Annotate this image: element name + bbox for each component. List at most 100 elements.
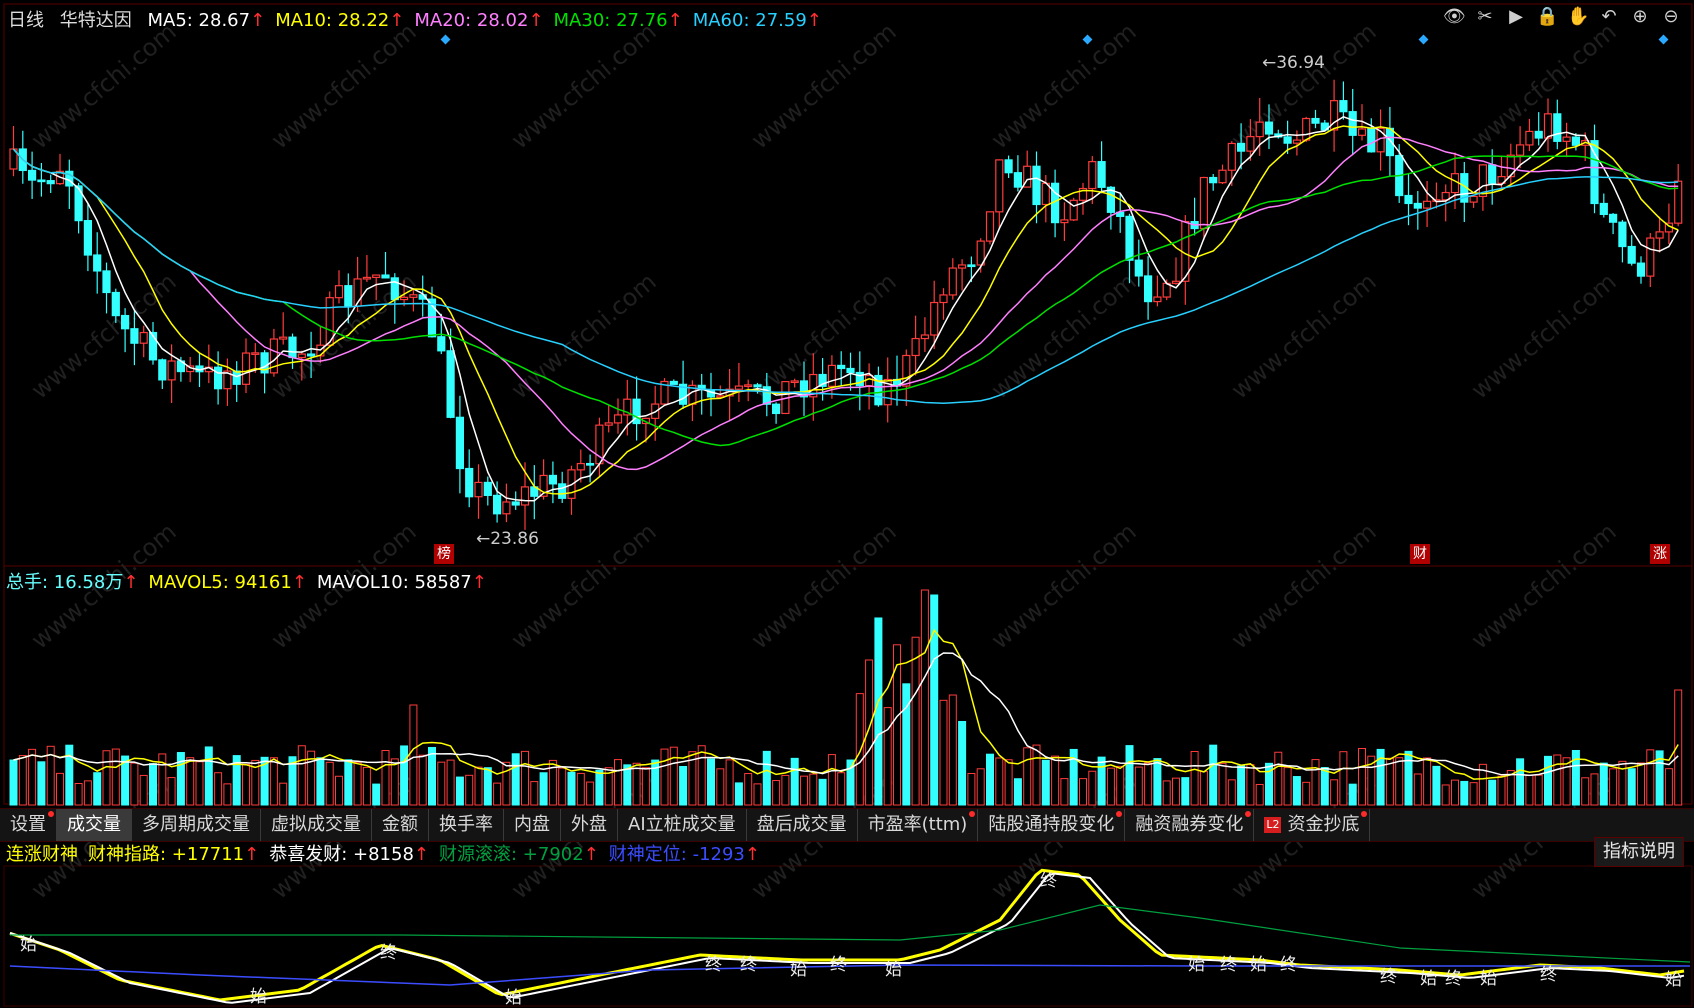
ma-legend: MA5: 28.67↑ MA10: 28.22↑ MA20: 28.02↑ MA30:… — [147, 10, 831, 31]
candle-body — [1032, 165, 1041, 206]
lock-icon[interactable]: 🔒 — [1536, 6, 1558, 28]
watermark: www.cfchi.com — [1466, 267, 1622, 404]
volume-bar — [37, 761, 46, 806]
stock-name: 华特达因 — [59, 10, 132, 31]
tab-label: 换手率 — [439, 814, 493, 835]
volume-bar — [1441, 784, 1450, 806]
watermark: www.cfchi.com — [1466, 17, 1622, 154]
volume-bar — [1292, 776, 1301, 806]
watermark: www.cfchi.com — [986, 517, 1142, 654]
event-marker-cai[interactable]: 财 — [1410, 544, 1430, 564]
candle-body — [1571, 136, 1581, 146]
tab-12[interactable]: 融资融券变化 — [1125, 809, 1255, 841]
volume-bar — [623, 764, 632, 806]
candle-body — [288, 336, 297, 359]
start-marker: 始 — [1480, 969, 1497, 989]
tab-3[interactable]: 虚拟成交量 — [261, 809, 372, 841]
undo-icon[interactable]: ↶ — [1598, 6, 1620, 28]
volume-bar — [325, 761, 334, 806]
tab-8[interactable]: AI立桩成交量 — [618, 809, 747, 841]
volume-bar — [1339, 751, 1348, 806]
tab-2[interactable]: 多周期成交量 — [132, 809, 261, 841]
candle-body — [1153, 296, 1162, 303]
candle-body — [985, 211, 995, 242]
watermark: www.cfchi.com — [26, 17, 182, 154]
indicator-explain-button[interactable]: 指标说明 — [1594, 837, 1684, 867]
scissors-icon[interactable]: ✂ — [1474, 6, 1496, 28]
volume-bar — [1320, 767, 1329, 806]
diamond-marker-icon — [440, 34, 451, 45]
period-label[interactable]: 日线 — [8, 10, 44, 31]
volume-bar — [1609, 768, 1618, 806]
volume-bar — [1097, 756, 1106, 806]
zoom-out-icon[interactable]: ⊖ — [1660, 6, 1682, 28]
volume-bar — [102, 750, 111, 806]
volume-bar — [1060, 778, 1069, 806]
volume-bar — [418, 754, 427, 806]
up-arrow-icon: ↑ — [244, 844, 260, 865]
volume-bar — [893, 644, 901, 806]
tab-11[interactable]: 陆股通持股变化 — [978, 809, 1126, 841]
notify-dot-icon — [1245, 811, 1252, 817]
volume-bar — [493, 782, 502, 806]
up-arrow-icon: ↑ — [250, 10, 266, 31]
candle-body — [967, 264, 976, 268]
volume-bar — [539, 772, 548, 806]
candle-body — [474, 481, 483, 498]
zoom-in-icon[interactable]: ⊕ — [1629, 6, 1651, 28]
candle-body — [1283, 136, 1292, 144]
hand-icon[interactable]: ✋ — [1567, 6, 1589, 28]
candle-body — [1525, 130, 1534, 146]
volume-bar — [1144, 762, 1153, 806]
up-arrow-icon: ↑ — [806, 10, 822, 31]
volume-bar — [958, 720, 967, 806]
up-arrow-icon: ↑ — [471, 572, 487, 593]
indicator-frame — [3, 865, 1693, 1007]
volume-bar — [762, 750, 771, 806]
tab-4[interactable]: 金额 — [372, 809, 429, 841]
end-marker: 终 — [1540, 965, 1557, 985]
volume-bar — [316, 757, 325, 806]
tab-1[interactable]: 成交量 — [57, 809, 132, 841]
volume-bar — [56, 772, 64, 806]
volume-bar — [1330, 779, 1339, 806]
volume-legend: 总手: 16.58万↑ MAVOL5: 94161↑ MAVOL10: 58587↑ — [6, 568, 497, 594]
volume-bar — [632, 762, 641, 806]
candle-body — [1562, 136, 1571, 142]
event-marker-zhang[interactable]: 涨 — [1650, 544, 1670, 564]
tab-10[interactable]: 市盈率(ttm) — [858, 809, 979, 841]
tab-13[interactable]: L2 资金抄底 — [1254, 809, 1371, 841]
volume-bar — [390, 758, 399, 806]
candle-body — [734, 385, 744, 390]
volume-bar — [1358, 747, 1366, 806]
volume-bar — [586, 781, 595, 806]
tab-label: 内盘 — [514, 814, 550, 835]
volume-bar — [1395, 757, 1404, 806]
volume-bar — [1311, 759, 1320, 806]
volume-bar — [679, 766, 688, 806]
play-icon[interactable]: ▶ — [1505, 6, 1527, 28]
candle-body — [911, 337, 920, 357]
candle-body — [1608, 213, 1618, 223]
eye-icon[interactable]: 👁 — [1443, 6, 1466, 28]
up-arrow-icon: ↑ — [413, 844, 430, 865]
volume-bar — [781, 774, 790, 806]
ind-item-2: 恭喜发财: +8158↑ — [269, 844, 430, 865]
volume-bar — [707, 758, 715, 806]
volume-bar — [1023, 747, 1032, 806]
tab-7[interactable]: 外盘 — [561, 809, 618, 841]
candle-body — [930, 301, 939, 336]
volume-bar — [790, 757, 799, 806]
volume-bar — [576, 772, 585, 806]
start-marker: 始 — [790, 960, 807, 980]
candle-body — [83, 220, 93, 256]
volume-bar — [1032, 744, 1041, 806]
tab-6[interactable]: 内盘 — [504, 809, 561, 841]
tab-5[interactable]: 换手率 — [429, 809, 504, 841]
candle-body — [1627, 245, 1636, 264]
volume-bar — [149, 763, 157, 806]
tab-0[interactable]: 设置 — [0, 809, 57, 841]
event-marker-bang[interactable]: 榜 — [434, 544, 454, 564]
candle-body — [465, 467, 474, 498]
tab-9[interactable]: 盘后成交量 — [747, 809, 858, 841]
